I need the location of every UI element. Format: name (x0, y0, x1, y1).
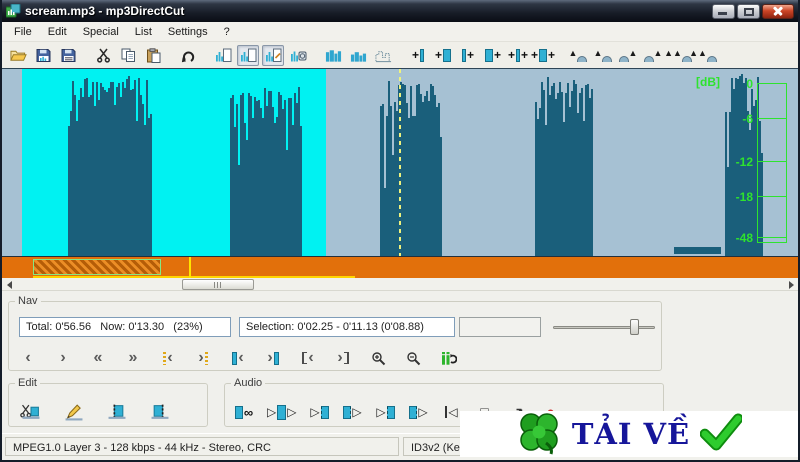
display-half-button[interactable] (347, 45, 369, 66)
cue-in-button[interactable]: + (432, 45, 454, 66)
menu-file[interactable]: File (6, 23, 40, 41)
cut-selection-button[interactable] (19, 401, 43, 423)
nav-group-label: Nav (18, 295, 38, 307)
audio-group-label: Audio (234, 377, 263, 389)
cue-left-button[interactable]: + (407, 45, 429, 66)
slider-track (553, 326, 655, 329)
scroll-left-arrow[interactable] (2, 278, 16, 291)
clover-icon (516, 409, 562, 460)
step-back-button[interactable]: ‹ (17, 347, 39, 369)
waveform-burst (230, 72, 302, 256)
zoom-in-button[interactable] (367, 347, 389, 369)
waveform-burst (725, 72, 763, 256)
waveform-burst (535, 72, 593, 256)
menu-bar: File Edit Special List Settings? (2, 22, 798, 42)
goto-selection-start-button[interactable]: ‹ (227, 347, 249, 369)
set-selection-end-button[interactable] (148, 401, 172, 423)
watermark-text: TẢI VỀ (571, 416, 691, 451)
track-position-cursor (189, 257, 191, 278)
maximize-button[interactable] (737, 3, 760, 19)
nav-group: Nav Total: 0'56.56 Now: 0'13.30 (23%) Se… (8, 295, 662, 371)
watermark: TẢI VỀ (460, 411, 798, 457)
play-to-selection-start-button[interactable]: ▷ (308, 401, 330, 423)
jump-forward-button[interactable]: » (122, 347, 144, 369)
track-selection-region[interactable] (33, 259, 161, 275)
scrollbar-thumb[interactable] (182, 279, 254, 290)
copy-button[interactable] (117, 45, 139, 66)
goto-file-end-button[interactable]: › (332, 347, 354, 369)
goto-selection-end-button[interactable]: › (262, 347, 284, 369)
open-button[interactable] (7, 45, 29, 66)
preview-cut-button[interactable]: ▷ ▷ (266, 401, 297, 423)
fade-in-button[interactable]: ▲ (567, 45, 589, 66)
goto-file-start-button[interactable]: ‹ (297, 347, 319, 369)
waveform-burst (380, 72, 442, 256)
crop-undo-button[interactable] (437, 347, 459, 369)
position-bar[interactable] (2, 256, 798, 278)
next-cue-button[interactable]: › (192, 347, 214, 369)
waveform-low-bar (674, 247, 721, 254)
gain-up-end-button[interactable]: ▲ (642, 45, 664, 66)
scroll-right-arrow[interactable] (784, 278, 798, 291)
play-from-selection-start-button[interactable]: ▷ (341, 401, 363, 423)
horizontal-scrollbar[interactable] (2, 278, 798, 291)
snapshot-button[interactable] (287, 45, 309, 66)
step-forward-button[interactable]: › (52, 347, 74, 369)
waveform-burst (68, 72, 152, 256)
empty-info-field (459, 317, 541, 337)
edit-pen-button[interactable] (62, 401, 86, 423)
cue-both-out-button[interactable]: + + (531, 45, 555, 66)
loop-button[interactable]: ∞ (233, 401, 255, 423)
menu-edit[interactable]: Edit (40, 23, 75, 41)
format-status: MPEG1.0 Layer 3 - 128 kbps - 44 kHz - St… (5, 437, 399, 456)
play-cursor (399, 69, 401, 256)
gain-up-start-button[interactable]: ▲ (592, 45, 614, 66)
edit-group: Edit (8, 377, 208, 427)
db-scale-title: [dB] (696, 75, 720, 89)
jump-back-button[interactable]: « (87, 347, 109, 369)
cue-out-button[interactable]: + (457, 45, 479, 66)
selection-info-field: Selection: 0'02.25 - 0'11.13 (0'08.88) (239, 317, 455, 337)
save-selection-button[interactable] (212, 45, 234, 66)
prev-cue-button[interactable]: ‹ (157, 347, 179, 369)
cue-right-button[interactable]: + (482, 45, 504, 66)
save-list-button[interactable] (57, 45, 79, 66)
zoom-out-button[interactable] (402, 347, 424, 369)
menu-settings[interactable]: Settings (160, 23, 216, 41)
cue-both-in-button[interactable]: + + (507, 45, 529, 66)
close-button[interactable] (762, 3, 794, 19)
fade-out-button[interactable]: ▲ (617, 45, 639, 66)
waveform-display[interactable]: [dB] 0 -6 -12 -18 -48 (2, 68, 798, 256)
toolbar: + + + + + + + + ▲ ▲ ▲ ▲ ▲ ▲ ▲ ▲ (2, 42, 798, 68)
window-title: scream.mp3 - mp3DirectCut (25, 4, 185, 18)
edit-group-label: Edit (18, 377, 37, 389)
title-bar: scream.mp3 - mp3DirectCut (2, 0, 798, 22)
page-view-a-button[interactable] (237, 44, 259, 66)
display-outline-button[interactable] (372, 45, 394, 66)
gain-up-button[interactable]: ▲ ▲ (664, 45, 692, 66)
display-level-button[interactable] (322, 45, 344, 66)
slider-thumb[interactable] (629, 319, 639, 335)
minimize-button[interactable] (712, 3, 735, 19)
set-selection-start-button[interactable] (105, 401, 129, 423)
speed-slider[interactable] (551, 317, 657, 337)
page-view-b-button[interactable] (262, 44, 284, 66)
menu-help[interactable]: ? (216, 23, 238, 41)
window-controls (712, 3, 796, 19)
gain-down-button[interactable]: ▲ ▲ (689, 45, 717, 66)
play-from-selection-end-button[interactable]: ▷ (407, 401, 429, 423)
play-to-selection-end-button[interactable]: ▷ (374, 401, 396, 423)
cut-button[interactable] (92, 45, 114, 66)
check-icon (699, 412, 744, 456)
menu-list[interactable]: List (127, 23, 160, 41)
undo-button[interactable] (177, 45, 199, 66)
time-info-field: Total: 0'56.56 Now: 0'13.30 (23%) (19, 317, 231, 337)
app-window: scream.mp3 - mp3DirectCut File Edit Specia… (0, 0, 800, 462)
app-icon (5, 3, 21, 18)
paste-button[interactable] (142, 45, 164, 66)
save-button[interactable] (32, 45, 54, 66)
menu-special[interactable]: Special (75, 23, 127, 41)
